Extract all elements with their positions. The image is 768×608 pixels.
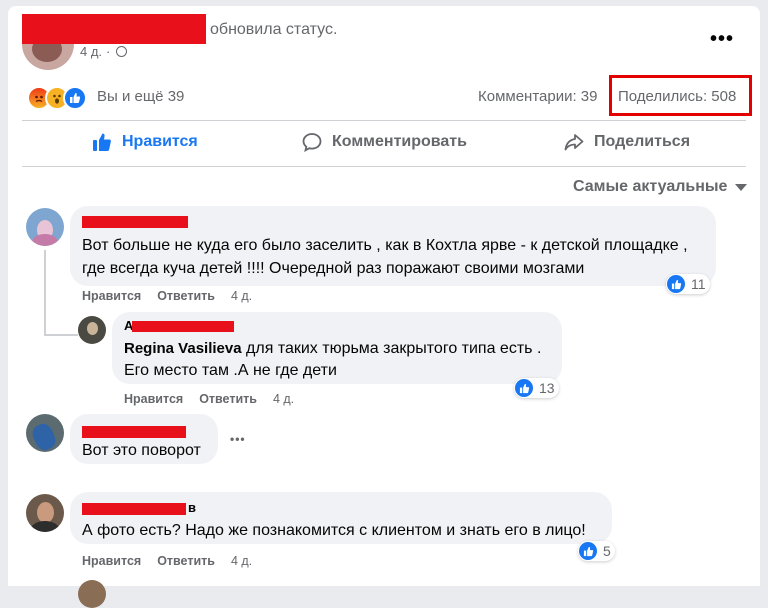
- comment-like-link[interactable]: Нравится: [82, 554, 141, 568]
- caret-down-icon: [735, 183, 748, 191]
- commenter-name-redacted[interactable]: [82, 216, 188, 228]
- reactions-summary[interactable]: Вы и ещё 39: [97, 88, 184, 105]
- commenter-avatar[interactable]: [78, 580, 106, 608]
- divider: [22, 166, 746, 167]
- reply-name-redacted[interactable]: [132, 321, 234, 332]
- divider: [22, 120, 746, 121]
- comment-like-link[interactable]: Нравится: [124, 392, 183, 406]
- comment-footer: Нравится Ответить 4 д.: [82, 289, 252, 303]
- comment-likes-badge[interactable]: 5: [578, 541, 615, 561]
- commenter-avatar[interactable]: [26, 414, 64, 452]
- post-card: обновила статус. 4 д. · ••• Вы и ещё 39 …: [8, 6, 760, 608]
- post-meta: 4 д. ·: [80, 44, 128, 59]
- likes-count: 11: [691, 276, 706, 292]
- more-options-icon[interactable]: •••: [710, 28, 734, 51]
- comment-reply-link[interactable]: Ответить: [157, 554, 215, 568]
- comment-button[interactable]: Комментировать: [302, 132, 467, 152]
- comment-text-line: где всегда куча детей !!!! Очередной раз…: [82, 260, 585, 277]
- shares-highlight-box: [609, 75, 752, 116]
- commenter-avatar[interactable]: [78, 316, 106, 344]
- comment-time[interactable]: 4 д.: [231, 554, 252, 568]
- author-name-redacted: [22, 14, 206, 44]
- post-time[interactable]: 4 д.: [80, 44, 102, 59]
- commenter-avatar[interactable]: [26, 208, 64, 246]
- comment-reply-link[interactable]: Ответить: [157, 289, 215, 303]
- commenter-name-suffix: в: [188, 500, 196, 515]
- sort-label: Самые актуальные: [573, 178, 728, 195]
- commenter-avatar[interactable]: [26, 494, 64, 532]
- comment-footer: Нравится Ответить 4 д.: [82, 554, 252, 568]
- share-icon: [564, 134, 584, 151]
- comment-icon: [302, 133, 322, 152]
- like-icon: [515, 379, 533, 397]
- commenter-name-redacted[interactable]: [82, 426, 186, 438]
- share-button[interactable]: Поделиться: [564, 132, 690, 152]
- comment-time[interactable]: 4 д.: [273, 392, 294, 406]
- globe-icon: [116, 46, 128, 57]
- reply-text-line: Его место там .А не где дети: [124, 362, 337, 379]
- comment-reply-link[interactable]: Ответить: [199, 392, 257, 406]
- reply-footer: Нравится Ответить 4 д.: [124, 392, 294, 406]
- reaction-icons[interactable]: [27, 86, 87, 110]
- thumbs-up-icon: [93, 133, 111, 151]
- comment-like-link[interactable]: Нравится: [82, 289, 141, 303]
- like-reaction-icon: [63, 86, 87, 110]
- like-icon: [579, 542, 597, 560]
- comment-time[interactable]: 4 д.: [231, 289, 252, 303]
- comment-more-icon[interactable]: •••: [230, 432, 246, 446]
- comment-button-label: Комментировать: [332, 133, 467, 150]
- like-button-label: Нравится: [122, 133, 198, 150]
- comment-text-line: Вот больше не куда его было заселить , к…: [82, 237, 688, 254]
- mention-link[interactable]: Regina Vasilieva: [124, 340, 242, 357]
- status-text: обновила статус.: [210, 21, 338, 38]
- commenter-name-redacted[interactable]: [82, 503, 186, 515]
- comment-text: А фото есть? Надо же познакомится с клие…: [82, 522, 586, 539]
- likes-count: 13: [539, 380, 555, 396]
- reply-thread-line: [44, 334, 78, 336]
- likes-count: 5: [603, 543, 611, 559]
- comment-text: Вот это поворот: [82, 442, 201, 459]
- share-button-label: Поделиться: [594, 133, 691, 150]
- like-icon: [667, 275, 685, 293]
- like-button[interactable]: Нравится: [92, 132, 198, 152]
- reply-text: для таких тюрьма закрытого типа есть .: [246, 340, 542, 357]
- comment-sort-dropdown[interactable]: Самые актуальные: [573, 178, 748, 196]
- comment-likes-badge[interactable]: 13: [514, 378, 559, 398]
- comment-likes-badge[interactable]: 11: [666, 274, 710, 294]
- comments-count[interactable]: Комментарии: 39: [478, 88, 598, 105]
- reply-thread-line: [44, 250, 46, 336]
